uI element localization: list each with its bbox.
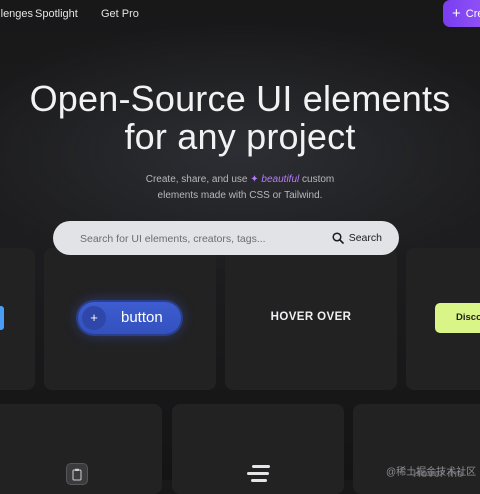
hover-over-text[interactable]: HOVER OVER [225, 311, 397, 323]
create-button[interactable]: + Create [443, 0, 480, 27]
subtitle-line2: elements made with CSS or Tailwind. [157, 190, 323, 201]
sparkle-icon: ✦ [250, 174, 259, 185]
demo-button-label: button [121, 309, 163, 326]
element-card-hover-me[interactable] [353, 404, 480, 494]
hero-subtitle: Create, share, and use ✦ beautiful custo… [0, 172, 480, 204]
discover-button[interactable]: Discover [435, 303, 480, 333]
hero-title-line2: for any project [124, 116, 356, 157]
element-card[interactable] [0, 248, 35, 390]
search-input[interactable] [78, 221, 302, 257]
subtitle-suffix: custom [302, 174, 335, 185]
subtitle-highlight: beautiful [261, 174, 300, 185]
subtitle-prefix: Create, share, and use [145, 174, 248, 185]
demo-button[interactable]: + button [78, 302, 181, 334]
nav-link-spotlight[interactable]: Spotlight [35, 8, 78, 20]
search-bar: Search [53, 221, 399, 257]
hero-title: Open-Source UI elements for any project [0, 80, 480, 156]
plus-icon: + [82, 306, 106, 330]
plus-icon: + [452, 5, 461, 22]
hero-title-line1: Open-Source UI elements [29, 78, 451, 119]
menu-icon[interactable] [247, 465, 273, 483]
search-button[interactable]: Search [332, 221, 382, 255]
clipboard-icon[interactable] [66, 463, 88, 485]
nav-link-challenges[interactable]: Challenges [0, 8, 33, 20]
create-button-label: Create [465, 7, 480, 20]
blue-element-preview[interactable] [0, 306, 4, 330]
watermark: @稀土掘金技术社区 [386, 467, 477, 478]
search-button-label: Search [348, 232, 382, 244]
nav-link-get-pro[interactable]: Get Pro [101, 8, 139, 20]
search-icon [332, 232, 344, 244]
top-nav: Challenges Spotlight Get Pro + Create [0, 0, 480, 30]
